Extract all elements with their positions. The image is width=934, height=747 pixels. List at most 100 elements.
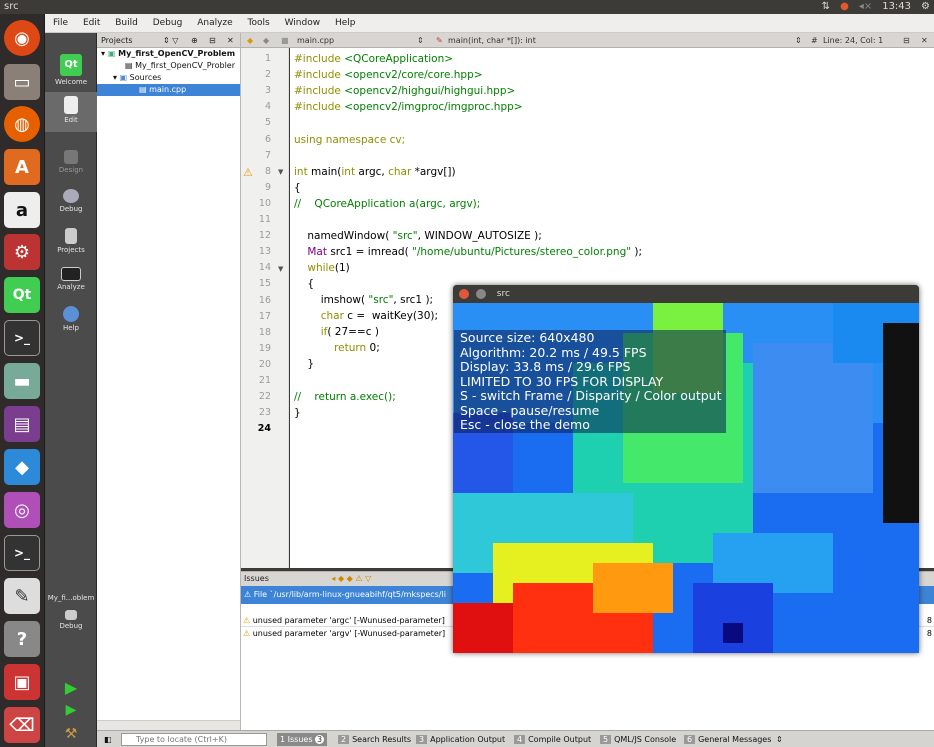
- tree-item-project[interactable]: ▾ ▣ My_first_OpenCV_Problem: [97, 48, 240, 60]
- compile-output-tab[interactable]: 4 Compile Output: [511, 733, 594, 746]
- overlay-line: Space - pause/resume: [460, 402, 600, 418]
- opencv-src-window[interactable]: src Source size: 640x480 Algorithm: 20.2…: [453, 285, 919, 653]
- clock[interactable]: 13:43: [882, 0, 911, 14]
- overlay-line: Display: 33.8 ms / 29.6 FPS: [460, 359, 631, 374]
- menu-build[interactable]: Build: [115, 18, 138, 28]
- fold-marker-main[interactable]: ▼: [278, 168, 283, 176]
- more-tabs-icon[interactable]: ⇕: [773, 733, 786, 746]
- settings-gear-icon[interactable]: ⚙: [921, 0, 930, 14]
- toggle-sidebar-icon[interactable]: ◧: [101, 733, 115, 746]
- code-line-18: if( 27==c ): [320, 326, 379, 338]
- mode-welcome[interactable]: Qt Welcome: [45, 54, 97, 86]
- line-number: 9: [264, 181, 271, 193]
- design-tools-icon: [64, 150, 78, 164]
- amazon-icon[interactable]: a: [4, 192, 40, 228]
- issues-toolbar-icons[interactable]: ◂ ◆ ◆ ⚠ ▽: [331, 574, 371, 583]
- mode-debug[interactable]: Debug: [45, 189, 97, 213]
- mode-help[interactable]: Help: [45, 306, 97, 332]
- workspace-icon[interactable]: ▣: [4, 664, 40, 700]
- build-hammer-button[interactable]: ⚒: [45, 726, 97, 742]
- projects-view-selector[interactable]: Projects: [101, 36, 133, 45]
- search-results-tab[interactable]: 2 Search Results: [335, 733, 414, 746]
- terminal-icon[interactable]: >_: [4, 320, 40, 356]
- debug-run-button[interactable]: ▶: [45, 702, 97, 718]
- symbol-selector[interactable]: main(int, char *[]): int: [448, 33, 536, 48]
- line-number: 14: [258, 262, 271, 274]
- mode-analyze[interactable]: Analyze: [45, 267, 97, 291]
- line-number: 17: [258, 310, 271, 322]
- src-window-title: src: [496, 289, 510, 299]
- system-settings-icon[interactable]: ⚙: [4, 234, 40, 270]
- menu-edit[interactable]: Edit: [83, 18, 100, 28]
- line-number: 21: [258, 375, 271, 386]
- open-file-selector[interactable]: main.cpp: [297, 33, 334, 48]
- line-number: 3: [264, 85, 271, 97]
- sync-icon[interactable]: ⊕: [191, 33, 198, 48]
- mode-edit[interactable]: Edit: [45, 92, 97, 132]
- help-question-icon: [63, 306, 79, 322]
- src-window-titlebar[interactable]: src: [453, 285, 919, 303]
- minimize-window-icon[interactable]: [475, 289, 486, 299]
- text-editor-icon[interactable]: ✎: [4, 578, 40, 614]
- app-cube-icon[interactable]: ◆: [4, 449, 40, 485]
- line-number: 5: [264, 117, 271, 129]
- battery-icon[interactable]: ●: [840, 0, 849, 14]
- application-output-tab[interactable]: 3 Application Output: [413, 733, 508, 746]
- cursor-position[interactable]: Line: 24, Col: 1: [823, 33, 883, 48]
- files-icon[interactable]: ▭: [4, 64, 40, 100]
- symbol-pencil-icon: ✎: [436, 36, 443, 45]
- back-arrow-icon[interactable]: ◆: [247, 33, 253, 48]
- filter-icon[interactable]: ⇕ ▽: [163, 33, 178, 48]
- disparity-block: [453, 603, 513, 653]
- issues-title: Issues: [244, 574, 269, 583]
- tree-item-pro-file[interactable]: ▤ My_first_OpenCV_Probler: [97, 60, 240, 72]
- computer-target-icon: [65, 610, 77, 620]
- split-icon[interactable]: ⊟: [209, 33, 216, 48]
- media-icon[interactable]: ◎: [4, 492, 40, 528]
- menu-help[interactable]: Help: [335, 18, 356, 28]
- sources-folder-icon: ▣: [119, 73, 128, 82]
- overlay-line: LIMITED TO 30 FPS FOR DISPLAY: [460, 373, 664, 389]
- close-pane-icon[interactable]: ✕: [227, 33, 234, 48]
- line-number: 13: [258, 246, 271, 258]
- symbol-dropdown-icon[interactable]: ⇕: [795, 33, 802, 48]
- qt-creator-icon[interactable]: Qt: [4, 277, 40, 313]
- workspace-switcher-icon[interactable]: ▤: [4, 406, 40, 442]
- issues-tab[interactable]: 1 Issues 3: [277, 733, 328, 746]
- file-dropdown-icon[interactable]: ⇕: [417, 33, 424, 48]
- firefox-icon[interactable]: ◍: [4, 106, 40, 142]
- trash-icon[interactable]: ⌫: [4, 707, 40, 743]
- mode-projects[interactable]: Projects: [45, 228, 97, 254]
- removable-drive-icon[interactable]: ▬: [4, 363, 40, 399]
- menu-analyze[interactable]: Analyze: [197, 18, 232, 28]
- menu-tools[interactable]: Tools: [248, 18, 270, 28]
- kit-selector[interactable]: My_fi...oblem Debug: [45, 594, 97, 630]
- run-button[interactable]: ▶: [45, 678, 97, 697]
- help-icon[interactable]: ?: [4, 621, 40, 657]
- tree-item-sources[interactable]: ▾ ▣ Sources: [97, 72, 240, 84]
- fold-marker-while[interactable]: ▼: [278, 265, 283, 273]
- qml-console-tab[interactable]: 5 QML/JS Console: [597, 733, 679, 746]
- general-messages-tab[interactable]: 6 General Messages: [681, 733, 774, 746]
- volume-icon[interactable]: ◂×: [859, 0, 872, 14]
- mode-design[interactable]: Design: [45, 150, 97, 174]
- split-editor-icon[interactable]: ⊟: [903, 33, 910, 48]
- network-icon[interactable]: ⇅: [822, 0, 830, 14]
- menu-window[interactable]: Window: [285, 18, 321, 28]
- menu-debug[interactable]: Debug: [153, 18, 183, 28]
- menu-file[interactable]: File: [53, 18, 68, 28]
- close-editor-icon[interactable]: ✕: [921, 33, 928, 48]
- forward-arrow-icon[interactable]: ◆: [263, 33, 269, 48]
- line-number: 16: [258, 294, 271, 306]
- close-window-icon[interactable]: [459, 289, 469, 299]
- horizontal-scrollbar[interactable]: [97, 720, 240, 730]
- locator-input[interactable]: [121, 733, 267, 746]
- line-number: 10: [258, 197, 271, 209]
- terminal-icon-2[interactable]: >_: [4, 535, 40, 571]
- ubuntu-dash-icon[interactable]: ◉: [4, 20, 40, 56]
- project-tree: ▾ ▣ My_first_OpenCV_Problem ▤ My_first_O…: [97, 48, 240, 96]
- code-line-13: Mat src1 = imread( "/home/ubuntu/Picture…: [294, 246, 643, 258]
- tree-item-main-cpp[interactable]: ▤ main.cpp: [97, 84, 240, 96]
- software-center-icon[interactable]: A: [4, 149, 40, 185]
- warning-marker-icon[interactable]: ⚠: [243, 166, 253, 179]
